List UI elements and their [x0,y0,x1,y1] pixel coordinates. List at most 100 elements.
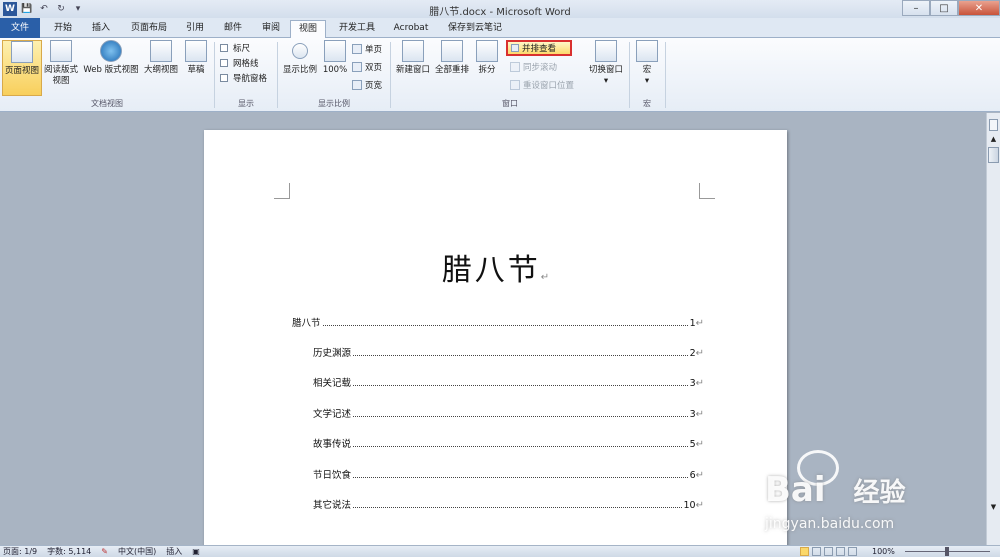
toc-entry[interactable]: 相关记载 3 ↵ [313,375,704,389]
nav-pane-checkbox[interactable]: 导航窗格 [220,71,267,85]
toc-leader [353,477,688,478]
toc-entry[interactable]: 节日饮食 6 ↵ [313,467,704,481]
maximize-button[interactable]: □ [930,0,958,16]
toc-entry-text: 其它说法 [313,500,352,511]
zoom-100-label: 100% [322,65,348,75]
toc-leader [353,355,688,356]
status-page[interactable]: 页面: 1/9 [3,546,37,557]
web-layout-button[interactable]: Web 版式视图 [80,40,142,76]
zoom-100-button[interactable]: 100% [320,40,350,76]
tab-save-to-cloud-note[interactable]: 保存到云笔记 [444,20,506,38]
full-reading-label-2: 视图 [52,76,70,86]
print-layout-view-icon[interactable] [800,547,809,556]
switch-windows-button[interactable]: 切换窗口 ▾ [586,40,626,87]
zoom-button[interactable]: 显示比例 [280,40,320,76]
tab-mailings[interactable]: 邮件 [216,20,250,38]
toc-leader [353,507,682,508]
page-width-button[interactable]: 页宽 [352,78,382,92]
two-pages-icon [352,62,362,72]
new-window-label: 新建窗口 [395,65,430,75]
zoom-label: 显示比例 [282,65,317,75]
draft-label: 草稿 [187,65,205,75]
toc-entry[interactable]: 故事传说 5 ↵ [313,436,704,450]
group-separator [665,42,666,108]
tab-page-layout[interactable]: 页面布局 [124,20,174,38]
side-by-side-button[interactable]: 并排查看 [506,40,572,56]
document-page[interactable]: 腊八节 ↵ 腊八节 1 ↵ 历史渊源 2 ↵ 相关记载 3 ↵ 文学记述 3 ↵ 故事传说 5 ↵ 节… [204,130,787,545]
full-reading-button[interactable]: 阅读版式 视图 [42,40,80,87]
web-layout-label: Web 版式视图 [83,65,139,75]
macros-button[interactable]: 宏 ▾ [634,40,660,87]
outline-icon [150,40,172,62]
paragraph-mark: ↵ [695,348,704,359]
tab-review[interactable]: 审阅 [254,20,288,38]
tab-view[interactable]: 视图 [290,20,326,39]
reading-view-icon[interactable] [812,547,821,556]
title-bar: W 💾 ↶ ↻ ▾ 腊八节.docx - Microsoft Word – □ … [0,0,1000,18]
document-title-text: 腊八节 [441,253,541,288]
status-language[interactable]: 中文(中国) [118,546,156,557]
watermark-brand: Bai 经验 [765,470,906,510]
scroll-thumb[interactable] [988,147,999,163]
gridlines-checkbox[interactable]: 网格线 [220,56,259,70]
minimize-button[interactable]: – [902,0,930,16]
sync-scroll-button[interactable]: 同步滚动 [510,60,557,74]
ruler-checkbox[interactable]: 标尺 [220,41,250,55]
toc-entry[interactable]: 其它说法 10 ↵ [313,497,704,511]
nav-pane-label: 导航窗格 [233,74,268,84]
paragraph-mark: ↵ [695,500,704,511]
new-window-button[interactable]: 新建窗口 [393,40,433,76]
paragraph-mark: ↵ [695,378,704,389]
tab-insert[interactable]: 插入 [84,20,118,38]
switch-windows-icon [595,40,617,62]
one-page-icon [352,44,362,54]
reset-position-icon [510,80,520,90]
tab-acrobat[interactable]: Acrobat [388,20,434,38]
checkbox-icon [220,59,228,67]
zoom-level[interactable]: 100% [872,547,895,556]
tab-developer[interactable]: 开发工具 [332,20,382,38]
print-layout-label: 页面视图 [4,66,39,76]
group-separator [214,42,215,108]
group-label-zoom: 显示比例 [318,99,350,108]
switch-windows-label: 切换窗口 [588,65,623,75]
gridlines-label: 网格线 [233,59,259,69]
toc-leader [353,416,688,417]
paragraph-mark: ↵ [695,318,704,329]
toc-page-number: 10 [683,500,696,511]
outline-view-icon[interactable] [836,547,845,556]
ruler-toggle-icon[interactable] [989,119,998,131]
two-pages-label: 双页 [365,63,383,73]
group-label-doc-views: 文档视图 [91,99,123,108]
toc-entry[interactable]: 腊八节 1 ↵ [292,315,704,329]
tab-home[interactable]: 开始 [46,20,80,38]
toc-leader [353,446,688,447]
arrange-all-button[interactable]: 全部重排 [433,40,471,76]
ribbon: 页面视图 阅读版式 视图 Web 版式视图 大纲视图 草稿 文档视图 标尺 网格… [0,38,1000,112]
tab-references[interactable]: 引用 [178,20,212,38]
zoom-slider-thumb[interactable] [945,547,949,556]
status-word-count[interactable]: 字数: 5,114 [47,546,91,557]
toc-entry[interactable]: 文学记述 3 ↵ [313,406,704,420]
close-button[interactable]: ✕ [958,0,1000,16]
draft-button[interactable]: 草稿 [182,40,210,76]
outline-button[interactable]: 大纲视图 [142,40,180,76]
watermark-brand-text: Bai [765,470,826,510]
draft-view-icon[interactable] [848,547,857,556]
tab-file[interactable]: 文件 [0,18,40,38]
reset-window-position-button[interactable]: 重设窗口位置 [510,78,574,92]
split-icon [476,40,498,62]
macro-record-icon[interactable]: ▣ [192,547,200,556]
status-insert-mode[interactable]: 插入 [166,546,182,557]
two-pages-button[interactable]: 双页 [352,60,382,74]
print-layout-button[interactable]: 页面视图 [2,40,42,96]
toc-entry-text: 相关记载 [313,378,352,389]
one-page-button[interactable]: 单页 [352,42,382,56]
side-by-side-icon [511,44,519,52]
scroll-up-icon[interactable]: ▲ [989,135,998,145]
draft-icon [185,40,207,62]
toc-entry[interactable]: 历史渊源 2 ↵ [313,345,704,359]
split-button[interactable]: 拆分 [473,40,501,76]
web-view-icon[interactable] [824,547,833,556]
proofing-icon[interactable]: ✎ [101,547,108,556]
